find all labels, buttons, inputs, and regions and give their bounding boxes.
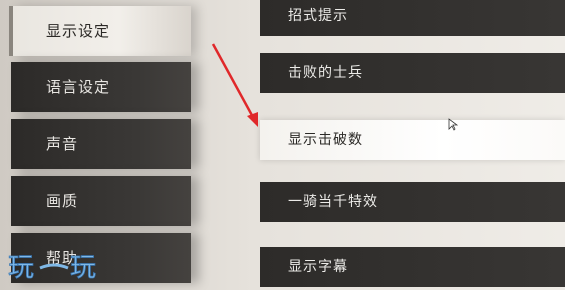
menu-item-label: 语言设定 bbox=[46, 78, 111, 96]
watermark-logo-icon: 玩 玩 bbox=[8, 253, 97, 284]
option-label: 显示击破数 bbox=[288, 132, 363, 148]
option-move-hints[interactable]: 招式提示 bbox=[260, 0, 565, 36]
option-defeated-soldiers[interactable]: 击败的士兵 bbox=[260, 53, 565, 93]
option-musou-effects[interactable]: 一骑当千特效 bbox=[260, 182, 565, 222]
menu-item-display-settings[interactable]: 显示设定 bbox=[9, 6, 191, 56]
category-menu: 显示设定 语言设定 声音 画质 帮助 bbox=[0, 0, 240, 286]
svg-text:玩: 玩 bbox=[70, 253, 96, 283]
option-label: 击败的士兵 bbox=[288, 65, 363, 81]
option-label: 显示字幕 bbox=[288, 259, 348, 275]
option-label: 一骑当千特效 bbox=[288, 194, 378, 210]
option-show-subtitles[interactable]: 显示字幕 bbox=[260, 247, 565, 287]
menu-item-label: 声音 bbox=[46, 135, 79, 153]
svg-text:玩: 玩 bbox=[8, 253, 34, 283]
option-label: 招式提示 bbox=[288, 8, 348, 24]
site-watermark: 玩 玩 bbox=[6, 246, 106, 286]
menu-item-language-settings[interactable]: 语言设定 bbox=[11, 62, 191, 112]
menu-item-sound[interactable]: 声音 bbox=[11, 119, 191, 169]
arrow-head bbox=[247, 112, 258, 127]
mouse-cursor-icon bbox=[448, 118, 458, 131]
option-show-ko-count[interactable]: 显示击破数 bbox=[260, 120, 565, 160]
menu-item-label: 显示设定 bbox=[46, 22, 111, 40]
menu-item-label: 画质 bbox=[46, 192, 79, 210]
menu-item-graphics[interactable]: 画质 bbox=[11, 176, 191, 226]
settings-screen: 显示设定 语言设定 声音 画质 帮助 招式提示 击败的士兵 显示击破数 一骑当千… bbox=[0, 0, 565, 287]
